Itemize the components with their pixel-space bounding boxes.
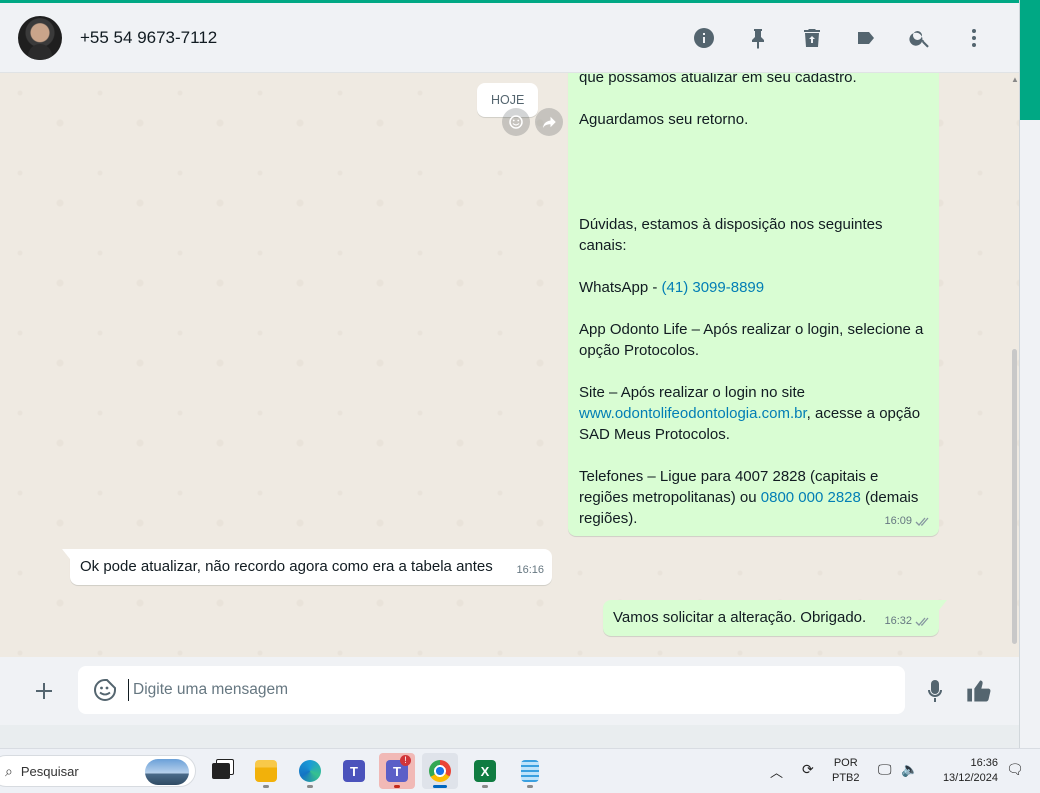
message-text: WhatsApp - (41) 3099-8899 [579,277,929,298]
site-link[interactable]: www.odontolifeodontologia.com.br [579,405,807,422]
teams-alert-icon[interactable]: T ! [379,753,415,789]
network-icon[interactable]: 🖵 [878,761,892,778]
info-icon[interactable] [677,18,731,58]
clock-time: 16:36 [970,757,998,769]
message-time: 16:32 [884,615,912,627]
excel-icon[interactable]: X [467,753,503,789]
background-window-strip [1019,0,1040,748]
read-ticks-icon [915,517,929,526]
attach-plus-icon[interactable] [24,671,64,711]
taskbar-search-box[interactable]: ⌕ Pesquisar [0,755,196,787]
sticker-icon[interactable] [92,677,118,703]
microphone-icon[interactable] [918,673,952,709]
message-text: que possamos atualizar em seu cadastro. [579,73,857,86]
windows-taskbar: ⌕ Pesquisar T T ! X ︿ ⟳ POR PTB2 🖵 🔈 16:… [0,748,1040,793]
search-highlight-art [145,759,189,785]
menu-icon[interactable] [947,18,1001,58]
message-text-span: Site – Após realizar o login no site [579,384,805,401]
notifications-icon[interactable]: 🗨 [1006,761,1024,778]
thumbs-up-icon[interactable] [962,673,996,709]
task-view-icon[interactable] [203,753,239,789]
message-time: 16:09 [884,515,912,527]
forward-icon[interactable] [535,108,563,136]
teams-icon[interactable]: T [336,753,372,789]
delete-icon[interactable] [785,18,839,58]
tray-overflow-chevron-icon[interactable]: ︿ [770,762,783,781]
message-bubble-incoming[interactable]: Ok pode atualizar, não recordo agora com… [62,549,552,585]
whatsapp-phone-link[interactable]: (41) 3099-8899 [662,279,765,296]
alert-badge-icon: ! [400,755,411,766]
phone-link[interactable]: 0800 000 2828 [761,489,861,506]
avatar[interactable] [18,15,62,60]
taskbar-clock[interactable]: 16:36 13/12/2024 [928,756,998,786]
lang-layout: PTB2 [832,772,860,784]
lang-code: POR [833,757,858,769]
message-text: Ok pode atualizar, não recordo agora com… [80,558,493,575]
message-bubble-outgoing[interactable]: Vamos solicitar a alteração. Obrigado. 1… [603,600,947,636]
label-icon[interactable] [839,18,893,58]
sync-icon[interactable]: ⟳ [802,761,814,778]
clock-date: 13/12/2024 [942,772,998,784]
notepad-icon[interactable] [512,753,548,789]
edge-browser-icon[interactable] [292,753,328,789]
message-meta: 16:09 [884,511,931,532]
read-ticks-icon [915,617,929,626]
chrome-browser-icon[interactable] [422,753,458,789]
header-actions [677,18,1001,58]
message-text-span: WhatsApp - [579,279,662,296]
chat-header: +55 54 9673-7112 [0,3,1019,73]
input-language[interactable]: POR PTB2 [832,756,860,786]
message-meta: 16:16 [516,560,544,581]
message-text: Site – Após realizar o login no site www… [579,382,929,445]
emoji-reaction-icon[interactable] [502,108,530,136]
message-composer [0,657,1019,725]
message-text: Telefones – Ligue para 4007 2828 (capita… [579,466,929,529]
message-text: Aguardamos seu retorno. [579,111,749,128]
message-input-box[interactable] [78,666,905,714]
file-explorer-icon[interactable] [248,753,284,789]
chat-scrollbar[interactable] [1010,73,1018,657]
pin-icon[interactable] [731,18,785,58]
window-bottom-edge [0,725,1019,748]
message-meta: 16:32 [884,611,931,632]
chat-area[interactable]: ▲ HOJE que possamos atualizar em seu cad… [0,73,1019,657]
search-icon[interactable] [893,18,947,58]
contact-name[interactable]: +55 54 9673-7112 [80,28,217,48]
message-bubble-outgoing[interactable]: que possamos atualizar em seu cadastro. … [568,73,939,536]
text-caret [128,679,129,701]
taskbar-search-label: Pesquisar [20,763,79,779]
taskbar-search-icon: ⌕ [5,762,13,779]
message-text: Dúvidas, estamos à disposição nos seguin… [579,216,883,254]
message-time: 16:16 [516,564,544,576]
message-input[interactable] [133,681,833,699]
message-text: Vamos solicitar a alteração. Obrigado. [613,609,867,626]
message-text: App Odonto Life – Após realizar o login,… [579,321,924,359]
volume-icon[interactable]: 🔈 [901,761,918,778]
